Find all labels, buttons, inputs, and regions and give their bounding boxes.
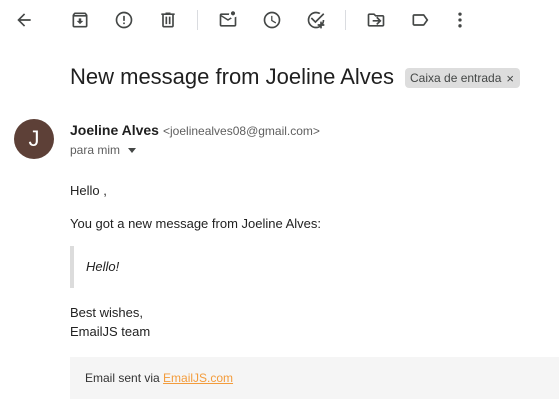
report-spam-icon [115, 11, 133, 29]
toolbar [0, 0, 559, 40]
more-button[interactable] [446, 6, 474, 34]
body-signoff-line1: Best wishes, [70, 305, 143, 320]
body-intro: You got a new message from Joeline Alves… [70, 216, 321, 231]
emailjs-link[interactable]: EmailJS.com [163, 371, 233, 385]
add-task-button[interactable] [302, 6, 330, 34]
footer-prefix: Email sent via [85, 371, 164, 385]
sender-name[interactable]: Joeline Alves [70, 122, 159, 138]
mark-unread-button[interactable] [214, 6, 242, 34]
email-footer: Email sent via EmailJS.com [70, 357, 559, 399]
add-task-icon [307, 11, 325, 29]
move-to-button[interactable] [362, 6, 390, 34]
back-button[interactable] [10, 6, 38, 34]
avatar-letter: J [28, 126, 40, 151]
snooze-icon [263, 11, 281, 29]
delete-icon [161, 12, 175, 28]
inbox-label-chip[interactable]: Caixa de entrada × [405, 68, 520, 88]
body-signoff-line2: EmailJS team [70, 324, 151, 339]
mark-unread-icon [219, 11, 237, 27]
footer-text: Email sent via EmailJS.com [85, 371, 233, 385]
quoted-message-text: Hello! [86, 259, 120, 274]
subject-row: New message from Joeline Alves Caixa de … [70, 62, 550, 94]
more-vert-icon [458, 12, 462, 28]
report-spam-button[interactable] [110, 6, 138, 34]
quoted-message: Hello! [70, 246, 274, 288]
body-greeting: Hello , [70, 183, 107, 198]
chevron-down-icon [128, 147, 137, 153]
move-to-icon [367, 13, 385, 27]
email-subject: New message from Joeline Alves [70, 64, 395, 89]
toolbar-divider [197, 10, 198, 30]
label-icon [412, 14, 429, 26]
label-chip-text: Caixa de entrada [410, 71, 502, 85]
recipient-details-toggle[interactable]: para mim [70, 143, 137, 157]
recipient-text: para mim [70, 143, 121, 157]
back-arrow-icon [17, 13, 31, 27]
remove-label-icon[interactable]: × [506, 72, 514, 85]
toolbar-divider [345, 10, 346, 30]
snooze-button[interactable] [258, 6, 286, 34]
delete-button[interactable] [154, 6, 182, 34]
archive-icon [72, 12, 88, 28]
sender-avatar[interactable]: J [14, 119, 54, 159]
label-button[interactable] [406, 6, 434, 34]
sender-email: <joelinealves08@gmail.com> [163, 124, 320, 138]
archive-button[interactable] [66, 6, 94, 34]
